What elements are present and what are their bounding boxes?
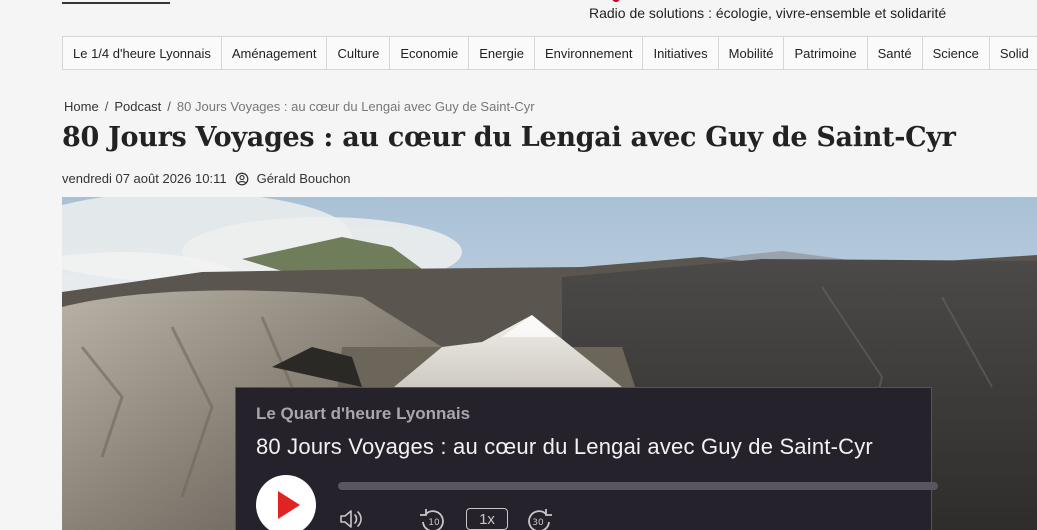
player-show-name: Le Quart d'heure Lyonnais (256, 404, 471, 423)
breadcrumb: Home / Podcast / 80 Jours Voyages : au cœur … (64, 99, 535, 114)
nav-item-economie[interactable]: Economie (390, 37, 470, 69)
rewind-seconds: 10 (428, 518, 440, 528)
category-nav: Le 1/4 d'heure Lyonnais Aménagement Cult… (62, 36, 1037, 70)
nav-item-culture[interactable]: Culture (327, 37, 391, 69)
rewind-10-icon[interactable]: 10 (418, 508, 448, 530)
site-tagline: Radio de solutions : écologie, vivre-ens… (589, 5, 947, 21)
nav-item-patrimoine[interactable]: Patrimoine (784, 37, 868, 69)
article-date: vendredi 07 août 2026 10:11 (62, 171, 227, 186)
player-episode-title: 80 Jours Voyages : au cœur du Lengai ave… (256, 434, 873, 459)
nav-item-quart-heure[interactable]: Le 1/4 d'heure Lyonnais (63, 37, 222, 69)
breadcrumb-separator: / (167, 99, 171, 114)
site-logo-cropped[interactable] (62, 0, 170, 4)
nav-item-science[interactable]: Science (923, 37, 990, 69)
nav-item-mobilite[interactable]: Mobilité (719, 37, 785, 69)
podcast-player: Le Quart d'heure Lyonnais 80 Jours Voyag… (235, 387, 938, 530)
page: Radio de solutions : écologie, vivre-ens… (0, 0, 1037, 530)
breadcrumb-current: 80 Jours Voyages : au cœur du Lengai ave… (176, 99, 535, 114)
nav-item-environnement[interactable]: Environnement (535, 37, 644, 69)
user-circle-icon (235, 172, 248, 185)
breadcrumb-podcast[interactable]: Podcast (114, 99, 161, 114)
progress-bar[interactable] (338, 482, 938, 490)
play-icon[interactable] (256, 475, 316, 530)
volume-icon[interactable] (338, 508, 364, 530)
article-title: 80 Jours Voyages : au cœur du Lengai ave… (62, 122, 956, 153)
logo-accent-icon (612, 0, 620, 2)
nav-item-sante[interactable]: Santé (868, 37, 923, 69)
article-author[interactable]: Gérald Bouchon (257, 171, 351, 186)
nav-item-solidarite[interactable]: Solid (990, 37, 1037, 69)
breadcrumb-home[interactable]: Home (64, 99, 99, 114)
nav-item-amenagement[interactable]: Aménagement (222, 37, 328, 69)
article-meta: vendredi 07 août 2026 10:11 Gérald Bouch… (62, 171, 351, 186)
playback-speed-button[interactable]: 1x (466, 508, 508, 530)
nav-item-energie[interactable]: Energie (469, 37, 535, 69)
forward-30-icon[interactable]: 30 (524, 508, 554, 530)
forward-seconds: 30 (532, 518, 544, 528)
nav-item-initiatives[interactable]: Initiatives (643, 37, 719, 69)
breadcrumb-separator: / (104, 99, 109, 114)
